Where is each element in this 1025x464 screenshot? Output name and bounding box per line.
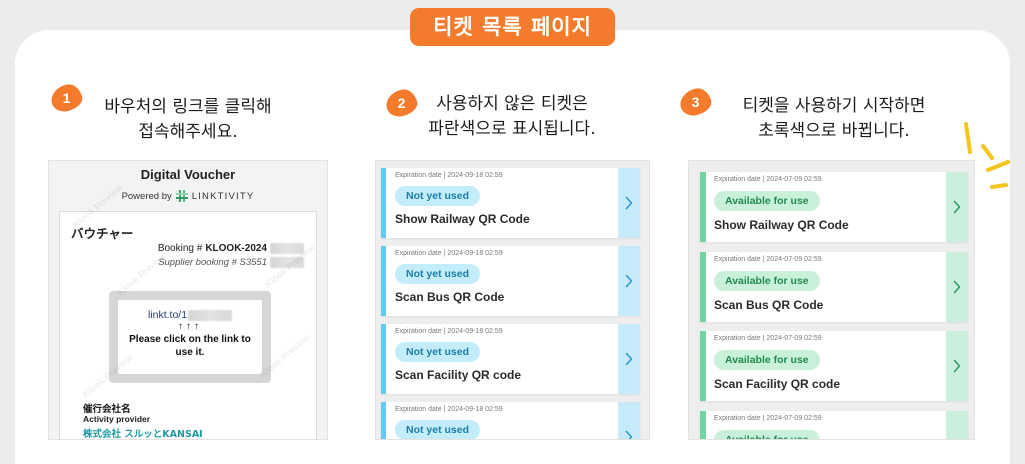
status-color-bar (381, 402, 386, 439)
powered-by-row: Powered by LINKTIVITY (49, 190, 327, 202)
step-caption-line: 초록색으로 바뀝니다. (758, 121, 910, 141)
unused-ticket-list: Expiration date | 2024-09-18 02:59 Not y… (375, 160, 650, 440)
available-ticket-list: Expiration date | 2024-07-09 02:59 Avail… (688, 160, 975, 440)
ticket-title: Scan Bus QR Code (714, 298, 824, 312)
step-3-caption: 티켓을 사용하기 시작하면 초록색으로 바뀝니다. (722, 94, 946, 144)
status-color-bar (700, 172, 706, 242)
status-color-bar (700, 411, 706, 439)
voucher-screen: Digital Voucher Powered by LINKTIVITY バウ… (48, 160, 328, 440)
ticket-title: Show Railway QR Code (714, 218, 849, 232)
redacted-block (270, 243, 304, 254)
ticket-card[interactable]: Expiration date | 2024-07-09 02:59 Avail… (700, 331, 968, 401)
voucher-link-text[interactable]: linkt.to/1 (148, 309, 187, 321)
chevron-right-icon (625, 352, 633, 366)
open-ticket-strip[interactable] (946, 172, 968, 242)
expiration-date: Expiration date | 2024-07-09 02:59 (714, 176, 822, 183)
step-caption-line: 파란색으로 표시됩니다. (428, 119, 596, 139)
chevron-right-icon (953, 359, 961, 373)
redacted-block (270, 257, 304, 268)
operator-label-en: Activity provider (83, 414, 151, 424)
ticket-card[interactable]: Expiration date | 2024-09-18 02:59 Not y… (381, 246, 640, 316)
voucher-card: バウチャー Booking # KLOOK-2024 Supplier book… (59, 211, 317, 439)
step-2-caption: 사용하지 않은 티켓은 파란색으로 표시됩니다. (412, 92, 612, 142)
status-pill: Available for use (714, 430, 820, 439)
ticket-card[interactable]: Expiration date | 2024-07-09 02:59 Avail… (700, 411, 968, 440)
linktivity-logo-icon (175, 190, 188, 202)
open-ticket-strip[interactable] (618, 168, 640, 238)
ticket-card[interactable]: Expiration date | 2024-09-18 02:59 Not y… (381, 402, 640, 439)
expiration-date: Expiration date | 2024-07-09 02:59 (714, 335, 822, 342)
chevron-right-icon (625, 196, 633, 210)
status-pill: Not yet used (395, 342, 481, 362)
open-ticket-strip[interactable] (618, 324, 640, 394)
operator-name: 株式会社 スルッとKANSAI (83, 429, 203, 440)
status-pill: Not yet used (395, 186, 481, 206)
page-title: 티켓 목록 페이지 (410, 8, 615, 46)
booking-label: Booking # (157, 243, 203, 254)
chevron-right-icon (625, 274, 633, 288)
open-ticket-strip[interactable] (946, 331, 968, 401)
ticket-card[interactable]: Expiration date | 2024-07-09 02:59 Avail… (700, 252, 968, 322)
redacted-block (188, 309, 233, 321)
status-pill: Available for use (714, 271, 820, 291)
ticket-title: Show Railway QR Code (395, 212, 530, 226)
voucher-link-box: linkt.to/1 ↑↑↑ Please click on the link … (109, 291, 271, 383)
expiration-date: Expiration date | 2024-07-09 02:59 (714, 256, 822, 263)
chevron-right-icon (953, 280, 961, 294)
link-instruction: Please click on the link to use it. (129, 334, 251, 358)
open-ticket-strip[interactable] (618, 246, 640, 316)
status-color-bar (381, 324, 386, 394)
status-color-bar (700, 331, 706, 401)
ticket-card[interactable]: Expiration date | 2024-09-18 02:59 Not y… (381, 168, 640, 238)
ticket-title: Scan Facility QR code (714, 377, 841, 391)
operator-label: 催行会社名 (83, 404, 131, 415)
status-pill: Not yet used (395, 420, 481, 439)
ticket-card[interactable]: Expiration date | 2024-09-18 02:59 Not y… (381, 324, 640, 394)
booking-value: KLOOK-2024 (205, 243, 267, 254)
supplier-booking: Supplier booking # S3551 (158, 257, 267, 268)
up-arrows-icon: ↑↑↑ (178, 321, 202, 332)
powered-by-label: Powered by (121, 190, 172, 202)
expiration-date: Expiration date | 2024-07-09 02:59 (714, 415, 822, 422)
status-pill: Available for use (714, 191, 820, 211)
status-pill: Not yet used (395, 264, 481, 284)
voucher-link[interactable]: linkt.to/1 (118, 309, 262, 321)
expiration-date: Expiration date | 2024-09-18 02:59 (395, 328, 503, 335)
supplier-booking-row: Supplier booking # S3551 (158, 257, 304, 268)
expiration-date: Expiration date | 2024-09-18 02:59 (395, 172, 503, 179)
step-1-caption: 바우처의 링크를 클릭해 접속해주세요. (90, 95, 286, 145)
ticket-card[interactable]: Expiration date | 2024-07-09 02:59 Avail… (700, 172, 968, 242)
step-badge-1: 1 (48, 81, 85, 115)
step-caption-line: 접속해주세요. (138, 122, 238, 142)
step-caption-line: 바우처의 링크를 클릭해 (104, 97, 272, 117)
status-color-bar (381, 246, 386, 316)
status-pill: Available for use (714, 350, 820, 370)
open-ticket-strip[interactable] (946, 411, 968, 440)
voucher-title: Digital Voucher (140, 167, 236, 182)
ticket-title: Scan Bus QR Code (395, 290, 505, 304)
open-ticket-strip[interactable] (618, 402, 640, 439)
voucher-link-panel: linkt.to/1 ↑↑↑ Please click on the link … (118, 300, 262, 374)
booking-number-row: Booking # KLOOK-2024 (158, 243, 304, 254)
step-caption-line: 티켓을 사용하기 시작하면 (742, 96, 926, 116)
status-color-bar (381, 168, 386, 238)
voucher-heading: バウチャー (71, 226, 134, 241)
expiration-date: Expiration date | 2024-09-18 02:59 (395, 250, 503, 257)
open-ticket-strip[interactable] (946, 252, 968, 322)
chevron-right-icon (625, 430, 633, 439)
chevron-right-icon (953, 439, 961, 440)
step-number: 1 (62, 90, 71, 106)
status-color-bar (700, 252, 706, 322)
step-caption-line: 사용하지 않은 티켓은 (436, 94, 588, 114)
chevron-right-icon (953, 200, 961, 214)
ticket-title: Scan Facility QR code (395, 368, 522, 382)
step-number: 3 (691, 94, 700, 110)
brand-name: LINKTIVITY (191, 190, 255, 202)
expiration-date: Expiration date | 2024-09-18 02:59 (395, 406, 503, 413)
step-badge-3: 3 (677, 85, 714, 119)
